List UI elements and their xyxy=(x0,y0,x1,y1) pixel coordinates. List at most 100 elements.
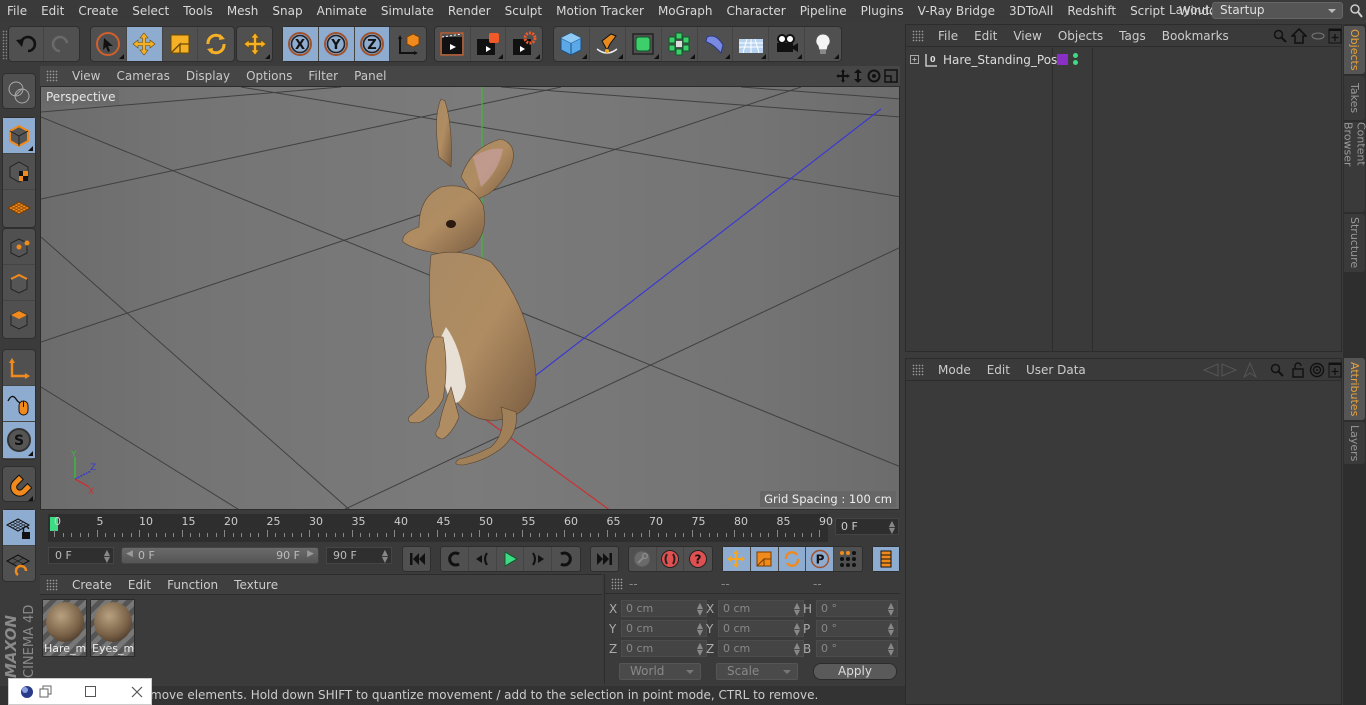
range-left-arrow-icon[interactable]: ◀ xyxy=(126,549,133,559)
object-menu-file[interactable]: File xyxy=(930,29,966,43)
search-icon[interactable] xyxy=(1270,363,1284,377)
object-menu-view[interactable]: View xyxy=(1005,29,1049,43)
coordinate-space-select[interactable]: World xyxy=(619,663,701,680)
object-menu-tags[interactable]: Tags xyxy=(1111,29,1154,43)
go-to-start-button[interactable] xyxy=(403,547,430,571)
record-active-button[interactable] xyxy=(657,547,685,571)
close-icon[interactable] xyxy=(130,685,144,699)
editor-visibility-dot[interactable] xyxy=(1073,53,1078,58)
menu-file[interactable]: File xyxy=(0,4,34,18)
menu-tools[interactable]: Tools xyxy=(176,4,220,18)
attribute-menu-mode[interactable]: Mode xyxy=(930,363,979,377)
pos-z-field[interactable]: 0 cm ▲ ▼ xyxy=(621,640,707,657)
menu-motion-tracker[interactable]: Motion Tracker xyxy=(549,4,651,18)
material-swatch[interactable]: Eyes_m xyxy=(90,599,135,657)
material-menu-create[interactable]: Create xyxy=(64,578,120,592)
rot-h-field[interactable]: 0 ° ▲ ▼ xyxy=(816,600,898,617)
search-icon[interactable] xyxy=(1349,3,1363,19)
tweak-mode-button[interactable] xyxy=(3,386,35,422)
menu-character[interactable]: Character xyxy=(719,4,792,18)
spinner-icon[interactable]: ▲ ▼ xyxy=(888,642,894,657)
back-forward-icon[interactable] xyxy=(1202,362,1238,378)
tab-takes[interactable]: Takes xyxy=(1344,76,1365,120)
recent-tool-button[interactable] xyxy=(237,27,272,61)
visibility-icon[interactable] xyxy=(1311,30,1325,42)
render-picture-viewer-button[interactable] xyxy=(471,27,507,61)
workplane-mode-button[interactable] xyxy=(3,190,35,226)
start-frame-field[interactable]: 0 F ▲ ▼ xyxy=(48,547,114,564)
spinner-icon[interactable]: ▲ ▼ xyxy=(888,622,894,637)
new-panel-icon[interactable] xyxy=(1328,28,1342,44)
up-icon[interactable] xyxy=(1243,362,1257,378)
home-icon[interactable] xyxy=(1291,28,1307,44)
toolbar-grip[interactable] xyxy=(2,30,7,60)
timeline-ruler[interactable]: 0 5 10 15 20 25 30 35 40 45 50 55 60 65 70 75 80 85 90 xyxy=(48,514,833,542)
restore-icon[interactable] xyxy=(39,685,53,699)
menu-edit[interactable]: Edit xyxy=(34,4,71,18)
panel-grip[interactable] xyxy=(912,29,924,42)
tab-attributes[interactable]: Attributes xyxy=(1344,358,1365,420)
layer-color-swatch[interactable] xyxy=(1057,54,1068,65)
viewport-menu-cameras[interactable]: Cameras xyxy=(108,69,177,83)
tab-layers[interactable]: Layers xyxy=(1344,422,1365,464)
object-menu-bookmarks[interactable]: Bookmarks xyxy=(1154,29,1237,43)
end-frame-field[interactable]: 90 F ▲ ▼ xyxy=(326,547,392,564)
move-tool-button[interactable] xyxy=(126,27,163,61)
panel-grip[interactable] xyxy=(912,363,924,376)
step-back-button[interactable] xyxy=(469,547,497,571)
axis-mode-button[interactable] xyxy=(3,350,35,386)
new-panel-icon[interactable] xyxy=(1328,362,1342,378)
lock-icon[interactable] xyxy=(1291,362,1305,378)
pan-view-icon[interactable] xyxy=(835,68,851,84)
viewport-menu-filter[interactable]: Filter xyxy=(300,69,346,83)
spinner-icon[interactable]: ▲ ▼ xyxy=(697,642,703,657)
viewport-menu-options[interactable]: Options xyxy=(238,69,300,83)
panel-grip[interactable] xyxy=(611,578,623,590)
spinner-icon[interactable]: ▲ ▼ xyxy=(382,549,388,564)
make-editable-button[interactable] xyxy=(3,74,35,110)
menu-redshift[interactable]: Redshift xyxy=(1060,4,1123,18)
menu-plugins[interactable]: Plugins xyxy=(854,4,911,18)
panel-grip[interactable] xyxy=(46,70,58,82)
keyframe-selection-button[interactable]: ? xyxy=(684,547,712,571)
menu-animate[interactable]: Animate xyxy=(310,4,374,18)
key-scale-button[interactable] xyxy=(750,547,779,571)
autokey-button[interactable] xyxy=(629,547,657,571)
scale-tool-button[interactable] xyxy=(163,27,199,61)
light-button[interactable] xyxy=(805,27,841,61)
spinner-icon[interactable]: ▲ ▼ xyxy=(104,549,110,564)
object-menu-objects[interactable]: Objects xyxy=(1050,29,1111,43)
size-x-field[interactable]: 0 cm ▲ ▼ xyxy=(718,600,804,617)
next-key-button[interactable] xyxy=(552,547,580,571)
maximize-view-icon[interactable] xyxy=(883,68,899,84)
object-menu-edit[interactable]: Edit xyxy=(966,29,1005,43)
pos-x-field[interactable]: 0 cm ▲ ▼ xyxy=(621,600,707,617)
render-view-button[interactable] xyxy=(435,27,471,61)
render-settings-button[interactable] xyxy=(506,27,542,61)
coordinate-system-button[interactable] xyxy=(390,27,426,61)
layout-select[interactable]: Startup xyxy=(1212,2,1343,19)
size-z-field[interactable]: 0 cm ▲ ▼ xyxy=(718,640,804,657)
menu-render[interactable]: Render xyxy=(441,4,498,18)
render-visibility-dot[interactable] xyxy=(1073,60,1078,65)
spinner-icon[interactable]: ▲ ▼ xyxy=(889,520,895,535)
target-icon[interactable] xyxy=(1309,362,1325,378)
transform-mode-select[interactable]: Scale xyxy=(716,663,798,680)
spinner-icon[interactable]: ▲ ▼ xyxy=(697,602,703,617)
frame-range-slider[interactable]: ◀ 0 F 90 F ▶ xyxy=(121,547,319,564)
snap-button[interactable] xyxy=(3,467,35,503)
maximize-icon[interactable] xyxy=(84,685,98,699)
current-frame-field[interactable]: 0 F ▲ ▼ xyxy=(835,518,899,535)
redo-button[interactable] xyxy=(44,27,79,61)
floor-button[interactable] xyxy=(733,27,770,61)
y-axis-button[interactable]: Y xyxy=(318,27,355,61)
points-mode-button[interactable] xyxy=(3,229,35,265)
spinner-icon[interactable]: ▲ ▼ xyxy=(888,602,894,617)
material-menu-edit[interactable]: Edit xyxy=(120,578,159,592)
rot-p-field[interactable]: 0 ° ▲ ▼ xyxy=(816,620,898,637)
step-forward-button[interactable] xyxy=(524,547,553,571)
menu-create[interactable]: Create xyxy=(71,4,125,18)
viewport-menu-display[interactable]: Display xyxy=(178,69,238,83)
key-pla-button[interactable] xyxy=(834,547,862,571)
undo-button[interactable] xyxy=(9,27,45,61)
